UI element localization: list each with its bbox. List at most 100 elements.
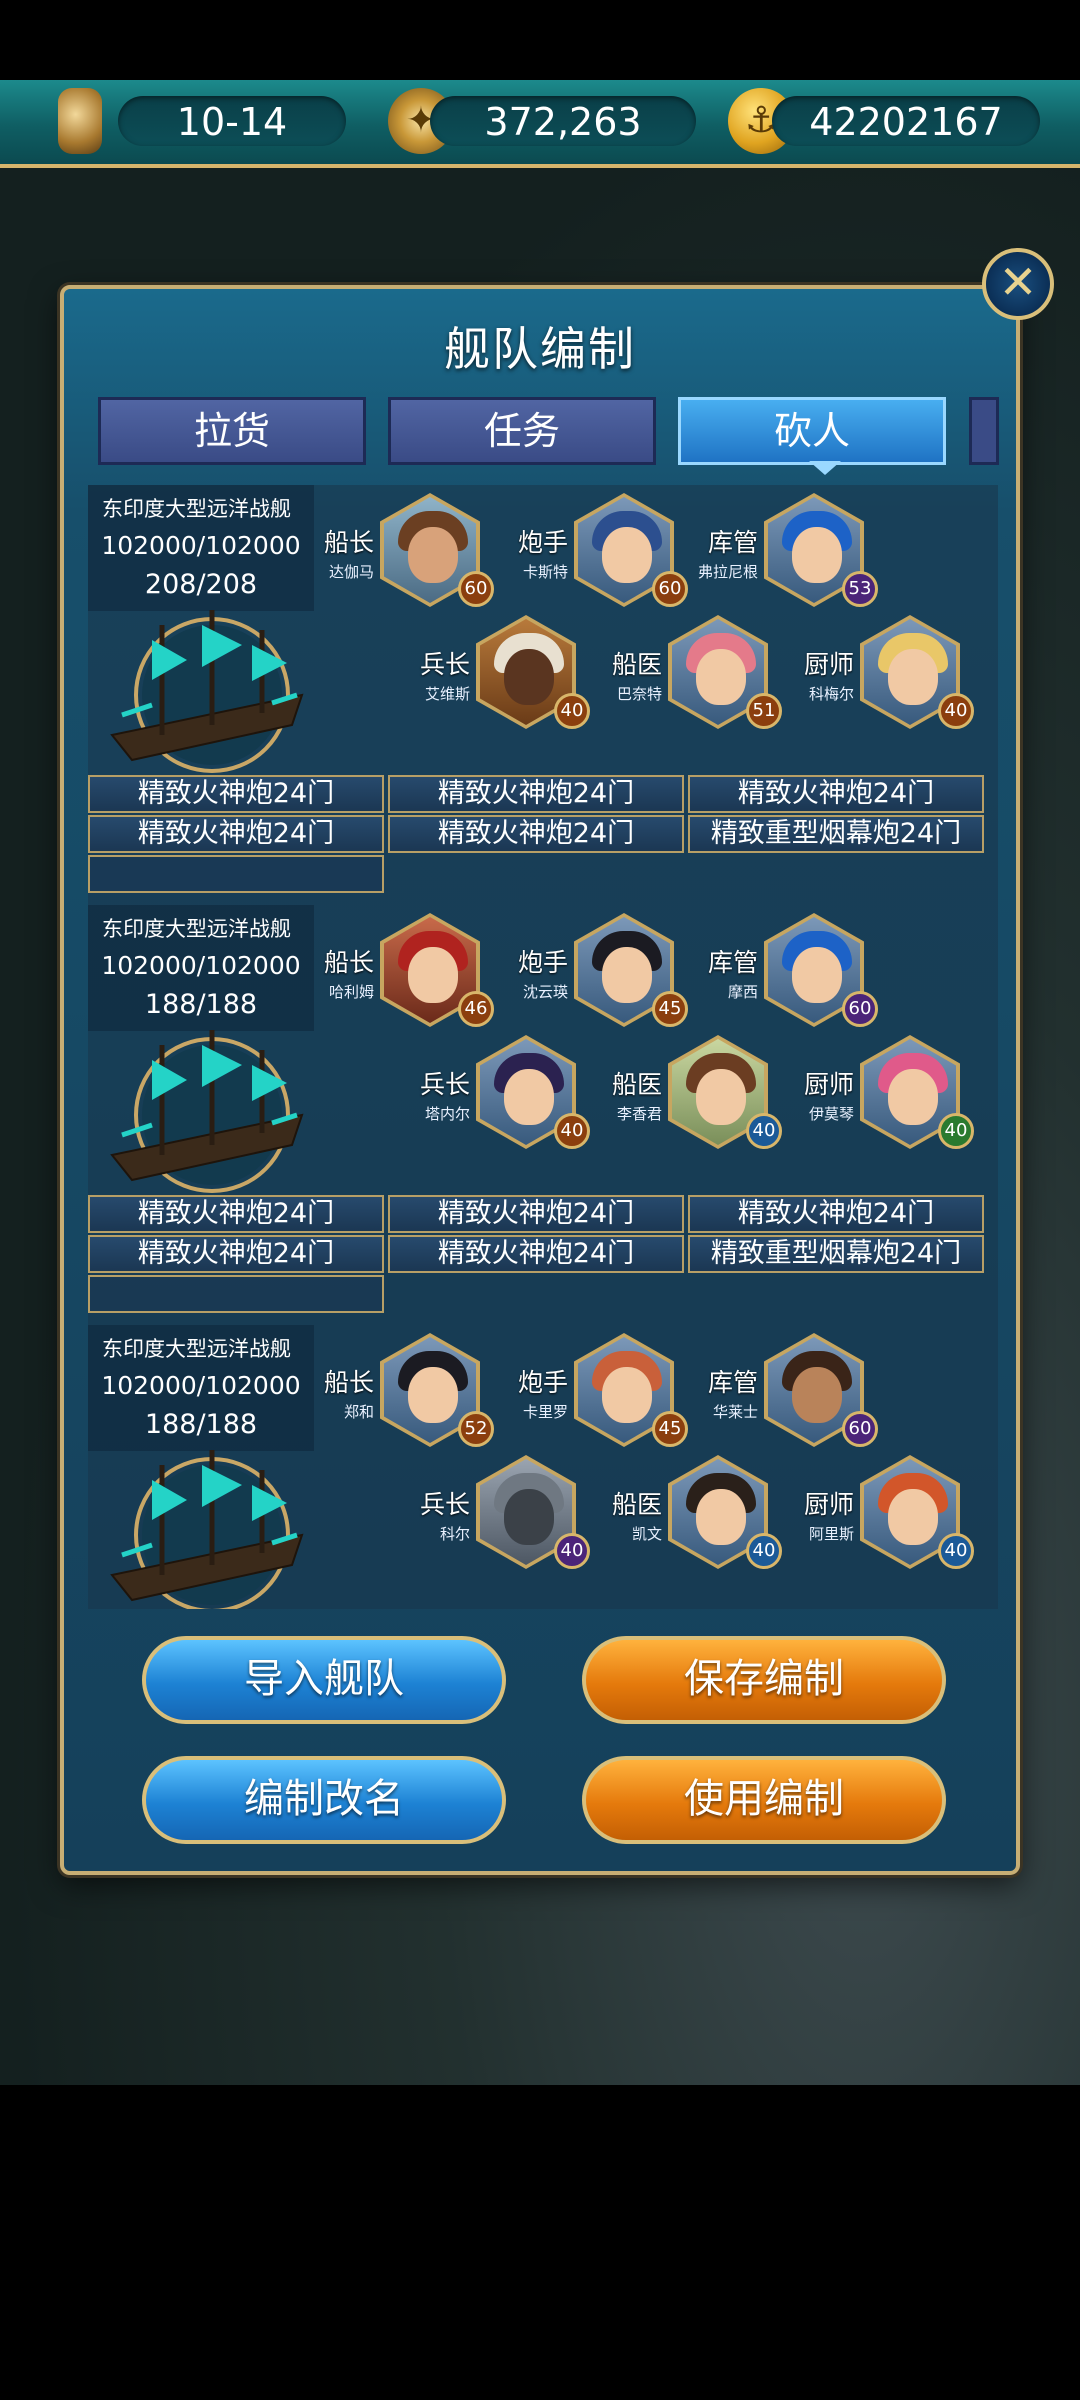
gold-display: 42202167 [772,96,1040,146]
crew-name: 巴奈特 [616,685,662,703]
crew-name: 阿里斯 [808,1525,854,1543]
cannon-slot[interactable]: 精致火神炮24门 [88,1195,384,1233]
cannon-slot[interactable]: 精致火神炮24门 [388,815,684,853]
use-formation-button[interactable]: 使用编制 [582,1756,946,1844]
warship-icon [110,610,304,773]
silver-display: 372,263 [430,96,696,146]
crew-slot-doctor[interactable]: 船医 李香君 40 [608,1035,808,1155]
cannon-slot[interactable]: 精致火神炮24门 [388,775,684,813]
crew-slot-captain[interactable]: 船长 哈利姆 46 [320,913,520,1033]
level-badge: 40 [746,1533,782,1569]
ship-durability: 102000/102000 [101,531,301,560]
crew-slot-cook[interactable]: 厨师 阿里斯 40 [800,1455,998,1575]
resource-bar: 10-14 ✦ 372,263 ⚓ 42202167 [0,80,1080,168]
crew-role: 船医 [611,650,662,679]
cannon-slot[interactable]: 精致火神炮24门 [88,815,384,853]
crew-slot-gunner[interactable]: 炮手 卡里罗 45 [514,1333,714,1453]
crew-role: 厨师 [803,1070,854,1099]
crew-slot-sergeant[interactable]: 兵长 塔内尔 40 [416,1035,616,1155]
cannon-slot[interactable]: 精致重型烟幕炮24门 [688,1235,984,1273]
tab-combat[interactable]: 砍人 [678,397,946,465]
tab-cargo[interactable]: 拉货 [98,397,366,465]
import-fleet-button[interactable]: 导入舰队 [142,1636,506,1724]
warship-icon [110,1030,304,1193]
level-badge: 46 [458,991,494,1027]
crew-slot-cook[interactable]: 厨师 科梅尔 40 [800,615,998,735]
crew-slot-storekeeper[interactable]: 库管 弗拉尼根 53 [698,493,904,613]
crew-slot-doctor[interactable]: 船医 巴奈特 51 [608,615,808,735]
crew-role: 厨师 [803,650,854,679]
level-badge: 45 [652,991,688,1027]
crew-name: 凯文 [631,1525,662,1543]
level-badge: 40 [938,1113,974,1149]
crew-name: 伊莫琴 [808,1105,854,1123]
crew-role: 炮手 [517,1368,568,1397]
crew-slot-gunner[interactable]: 炮手 卡斯特 60 [514,493,714,613]
level-badge: 60 [652,571,688,607]
crew-name: 科梅尔 [808,685,854,703]
crew-slot-storekeeper[interactable]: 库管 摩西 60 [704,913,904,1033]
cannon-slot[interactable]: 精致火神炮24门 [688,1195,984,1233]
crew-role: 库管 [707,948,758,977]
cannon-slot[interactable]: 精致火神炮24门 [388,1235,684,1273]
date-value: 10-14 [176,100,288,144]
crew-role: 厨师 [803,1490,854,1519]
level-badge: 60 [842,991,878,1027]
fleet-card[interactable]: 东印度大型远洋战舰 102000/102000 188/188 船长 郑和 52… [88,1325,998,1609]
crew-role: 库管 [707,528,758,557]
tab-mission[interactable]: 任务 [388,397,656,465]
crew-name: 郑和 [343,1403,374,1421]
crew-slot-captain[interactable]: 船长 郑和 52 [320,1333,520,1453]
crew-name: 达伽马 [328,563,374,581]
crew-role: 船医 [611,1070,662,1099]
crew-role: 库管 [707,1368,758,1397]
cannon-slot[interactable]: 精致重型烟幕炮24门 [688,815,984,853]
warship-icon [110,1450,304,1609]
level-badge: 40 [554,1533,590,1569]
dialog-title: 舰队编制 [444,322,636,376]
fleet-card[interactable]: 东印度大型远洋战舰 102000/102000 188/188 船长 哈利姆 4… [88,905,998,1325]
crew-slot-cook[interactable]: 厨师 伊莫琴 40 [800,1035,998,1155]
crew-role: 船长 [323,528,374,557]
crew-slot-sergeant[interactable]: 兵长 艾维斯 40 [416,615,616,735]
ship-name: 东印度大型远洋战舰 [102,1337,291,1361]
crew-slot-sergeant[interactable]: 兵长 科尔 40 [416,1455,616,1575]
crew-name: 艾维斯 [424,685,470,703]
active-tab-indicator [809,461,841,475]
crew-role: 兵长 [419,1490,470,1519]
crew-name: 沈云瑛 [522,983,568,1001]
crew-slot-captain[interactable]: 船长 达伽马 60 [320,493,520,613]
crew-role: 船医 [611,1490,662,1519]
save-formation-button[interactable]: 保存编制 [582,1636,946,1724]
level-badge: 40 [746,1113,782,1149]
crew-role: 兵长 [419,1070,470,1099]
fleet-card[interactable]: 东印度大型远洋战舰 102000/102000 208/208 船长 达伽马 6… [88,485,998,905]
crew-slot-doctor[interactable]: 船医 凯文 40 [608,1455,808,1575]
level-badge: 45 [652,1411,688,1447]
cannon-slot[interactable]: 精致火神炮24门 [88,1235,384,1273]
close-icon[interactable]: ✕ [982,248,1054,320]
ship-durability: 102000/102000 [101,1371,301,1400]
cannon-slot[interactable]: 精致火神炮24门 [88,775,384,813]
crew-name: 华莱士 [712,1403,758,1421]
ship-name: 东印度大型远洋战舰 [102,497,291,521]
level-badge: 40 [938,693,974,729]
crew-name: 科尔 [439,1525,470,1543]
level-badge: 52 [458,1411,494,1447]
tab-overflow[interactable] [969,397,999,465]
crew-name: 卡斯特 [522,563,568,581]
crew-name: 李香君 [616,1105,662,1123]
fleet-list[interactable]: 东印度大型远洋战舰 102000/102000 208/208 船长 达伽马 6… [88,485,998,1609]
rename-formation-button[interactable]: 编制改名 [142,1756,506,1844]
level-badge: 51 [746,693,782,729]
cannon-slot-empty[interactable] [88,1275,384,1313]
level-badge: 40 [554,1113,590,1149]
cannon-slot-empty[interactable] [88,855,384,893]
crew-slot-storekeeper[interactable]: 库管 华莱士 60 [704,1333,904,1453]
cannon-slot[interactable]: 精致火神炮24门 [688,775,984,813]
crew-role: 兵长 [419,650,470,679]
cannon-slot[interactable]: 精致火神炮24门 [388,1195,684,1233]
crew-name: 哈利姆 [328,983,374,1001]
crew-name: 摩西 [727,983,758,1001]
crew-slot-gunner[interactable]: 炮手 沈云瑛 45 [514,913,714,1033]
